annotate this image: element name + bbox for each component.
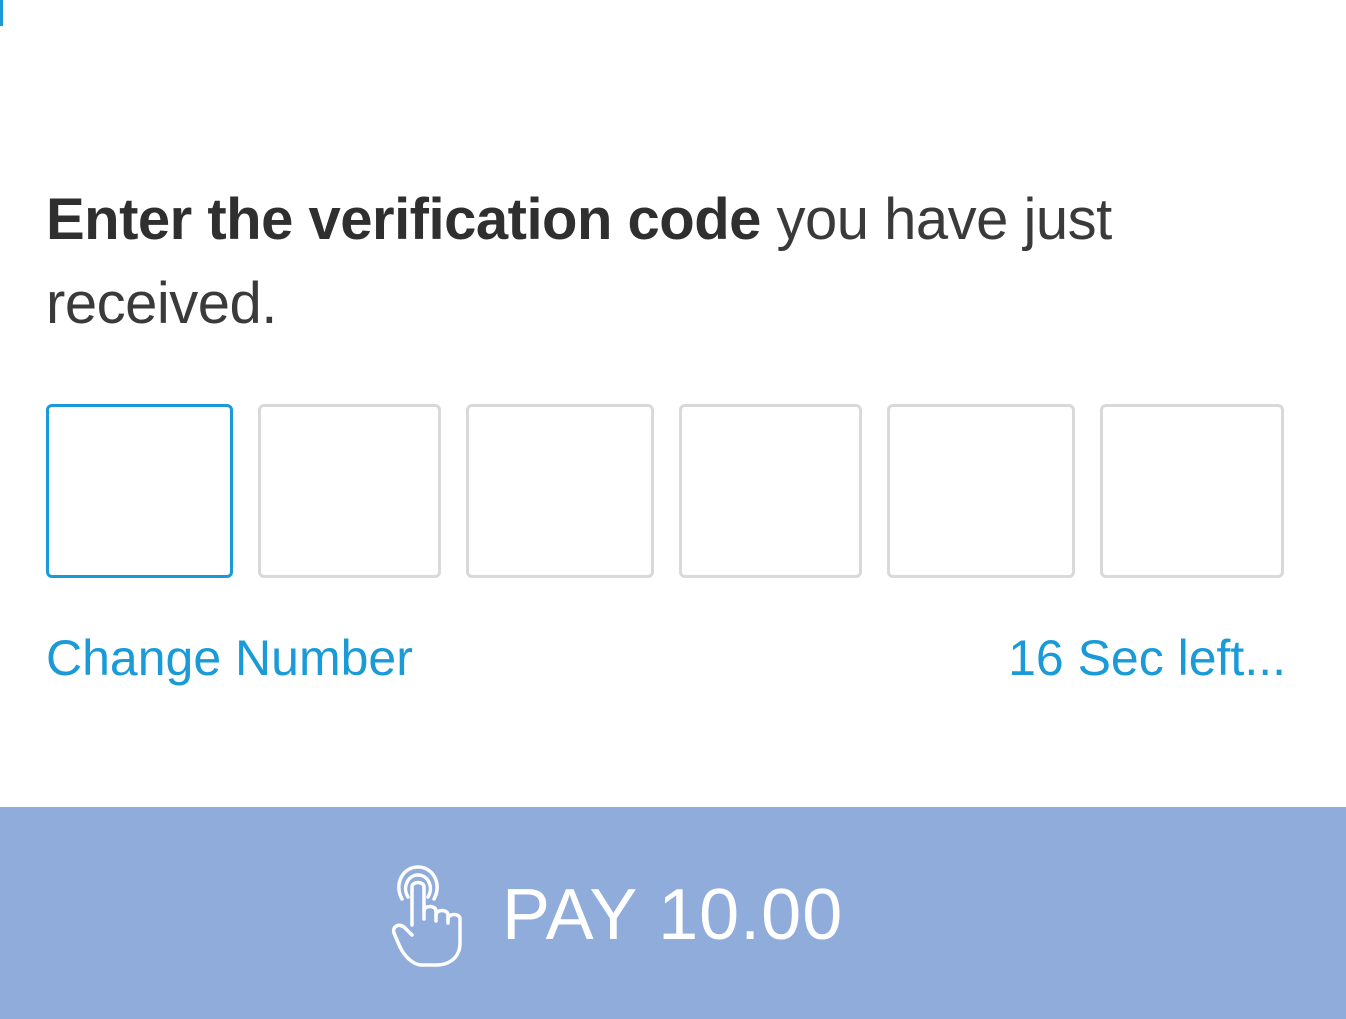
otp-digit-5[interactable] bbox=[887, 404, 1075, 578]
verification-instructions: Enter the verification code you have jus… bbox=[46, 178, 1276, 346]
otp-actions-row: Change Number 16 Sec left... bbox=[46, 626, 1286, 690]
instructions-bold-text: Enter the verification code bbox=[46, 187, 761, 252]
resend-timer: 16 Sec left... bbox=[1008, 630, 1286, 686]
otp-digit-3[interactable] bbox=[466, 404, 654, 578]
pay-button-content: PAY 10.00 bbox=[388, 863, 843, 967]
pay-button[interactable]: PAY 10.00 bbox=[0, 807, 1346, 1019]
tap-hand-icon bbox=[391, 865, 462, 967]
change-number-link[interactable]: Change Number bbox=[46, 626, 413, 690]
verification-screen: Enter the verification code you have jus… bbox=[0, 0, 1346, 1019]
otp-digit-4[interactable] bbox=[679, 404, 862, 578]
otp-digit-1[interactable] bbox=[46, 404, 233, 578]
otp-digit-2[interactable] bbox=[258, 404, 441, 578]
edge-indicator bbox=[0, 0, 3, 26]
otp-input-group bbox=[46, 404, 1284, 582]
pay-button-label: PAY 10.00 bbox=[502, 875, 844, 955]
otp-digit-6[interactable] bbox=[1100, 404, 1284, 578]
